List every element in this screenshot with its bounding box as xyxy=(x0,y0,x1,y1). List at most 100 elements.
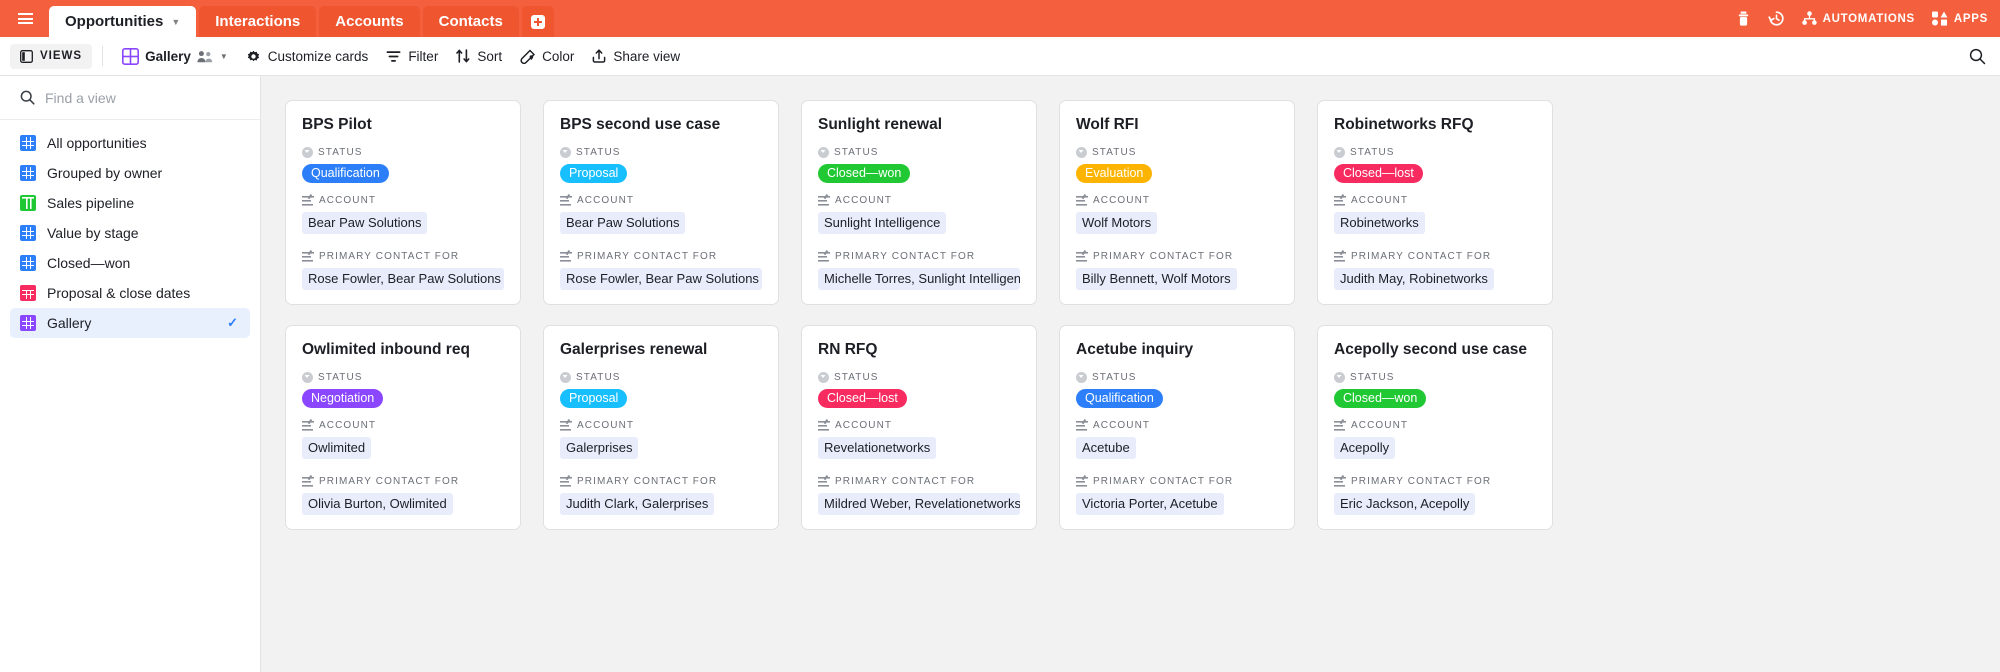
field-label-status: STATUS xyxy=(1076,372,1278,383)
gallery-card[interactable]: Wolf RFI STATUS Evaluation ACCOUNT Wolf Moto… xyxy=(1059,100,1295,305)
field-label-account: ACCOUNT xyxy=(818,420,1020,431)
card-field-account: ACCOUNT Acetube xyxy=(1076,420,1278,464)
single-select-icon xyxy=(1076,372,1087,383)
linked-record-icon xyxy=(302,476,314,487)
card-field-primary-contact: PRIMARY CONTACT FOR Michelle Torres, Sunl… xyxy=(818,251,1020,295)
sidebar-item-proposal-close-dates[interactable]: Proposal & close dates xyxy=(10,278,250,308)
field-label-text: PRIMARY CONTACT FOR xyxy=(1351,251,1492,262)
table-tabs: Opportunities ▼ Interactions Accounts Contac… xyxy=(49,0,554,37)
card-field-status: STATUS Qualification xyxy=(302,147,504,183)
table-tab-accounts[interactable]: Accounts xyxy=(319,6,420,37)
card-field-status: STATUS Evaluation xyxy=(1076,147,1278,183)
gallery-card[interactable]: Owlimited inbound req STATUS Negotiation AC… xyxy=(285,325,521,530)
chevron-down-icon[interactable]: ▼ xyxy=(171,17,180,27)
gallery-card[interactable]: RN RFQ STATUS Closed—lost ACCOUNT Revelation… xyxy=(801,325,1037,530)
field-label-primary-contact: PRIMARY CONTACT FOR xyxy=(560,251,762,262)
status-badge: Closed—won xyxy=(818,164,911,183)
single-select-icon xyxy=(1076,147,1087,158)
gallery-card[interactable]: Acepolly second use case STATUS Closed—won… xyxy=(1317,325,1553,530)
gallery-card[interactable]: Acetube inquiry STATUS Qualification ACCOUN… xyxy=(1059,325,1295,530)
gallery-view-icon xyxy=(122,47,140,65)
field-label-primary-contact: PRIMARY CONTACT FOR xyxy=(1076,476,1278,487)
customize-cards-button[interactable]: Customize cards xyxy=(237,43,378,69)
card-field-status: STATUS Negotiation xyxy=(302,372,504,408)
grid-view-icon xyxy=(20,165,36,181)
field-label-text: PRIMARY CONTACT FOR xyxy=(1093,476,1234,487)
linked-record-icon xyxy=(302,195,314,206)
sidebar-item-gallery[interactable]: Gallery ✓ xyxy=(10,308,250,338)
find-view-input[interactable] xyxy=(45,89,244,106)
card-field-account: ACCOUNT Wolf Motors xyxy=(1076,195,1278,239)
field-label-primary-contact: PRIMARY CONTACT FOR xyxy=(818,251,1020,262)
field-label-status: STATUS xyxy=(1334,372,1536,383)
hamburger-menu-button[interactable] xyxy=(10,0,40,37)
table-tab-label: Interactions xyxy=(215,13,301,30)
table-tab-opportunities[interactable]: Opportunities ▼ xyxy=(49,6,197,37)
primary-contact-chip: Judith Clark, Galerprises xyxy=(560,493,715,515)
trash-icon[interactable] xyxy=(1736,11,1751,27)
gallery-view-icon xyxy=(20,315,36,331)
sort-button[interactable]: Sort xyxy=(447,43,511,69)
gallery-card[interactable]: Galerprises renewal STATUS Proposal ACCOUNT… xyxy=(543,325,779,530)
field-label-text: ACCOUNT xyxy=(319,420,377,431)
current-view-button[interactable]: Gallery ▼ xyxy=(113,43,237,69)
field-label-account: ACCOUNT xyxy=(1334,420,1536,431)
toolbar-search[interactable] xyxy=(1969,37,1986,76)
field-label-text: ACCOUNT xyxy=(835,420,893,431)
single-select-icon xyxy=(1334,372,1345,383)
field-label-primary-contact: PRIMARY CONTACT FOR xyxy=(1334,476,1536,487)
gallery-card[interactable]: BPS second use case STATUS Proposal ACCOUNT… xyxy=(543,100,779,305)
field-label-text: STATUS xyxy=(1350,372,1395,383)
single-select-icon xyxy=(302,372,313,383)
chevron-down-icon: ▼ xyxy=(219,51,228,61)
sidebar-item-label: Proposal & close dates xyxy=(47,285,191,301)
primary-contact-chip: Eric Jackson, Acepolly xyxy=(1334,493,1476,515)
status-badge: Qualification xyxy=(302,164,389,183)
sidebar-item-label: Grouped by owner xyxy=(47,165,163,181)
gallery-card[interactable]: Robinetworks RFQ STATUS Closed—lost ACCOUNT… xyxy=(1317,100,1553,305)
gallery-card[interactable]: Sunlight renewal STATUS Closed—won ACCOUNT S… xyxy=(801,100,1037,305)
linked-record-icon xyxy=(1076,420,1088,431)
calendar-view-icon xyxy=(20,285,36,301)
sidebar-item-value-by-stage[interactable]: Value by stage xyxy=(10,218,250,248)
field-label-text: PRIMARY CONTACT FOR xyxy=(319,251,460,262)
share-view-button[interactable]: Share view xyxy=(583,43,689,69)
sidebar-item-grouped-by-owner[interactable]: Grouped by owner xyxy=(10,158,250,188)
card-title: BPS second use case xyxy=(560,116,721,133)
account-chip: Bear Paw Solutions xyxy=(560,212,686,234)
grid-view-icon xyxy=(20,135,36,151)
history-icon[interactable] xyxy=(1767,10,1785,27)
card-field-status: STATUS Proposal xyxy=(560,147,762,183)
app-topbar: Opportunities ▼ Interactions Accounts Contac… xyxy=(0,0,2000,37)
single-select-icon xyxy=(1334,147,1345,158)
linked-record-icon xyxy=(1334,476,1346,487)
sidebar-item-sales-pipeline[interactable]: Sales pipeline xyxy=(10,188,250,218)
toolbar-divider xyxy=(102,46,104,66)
card-field-status: STATUS Closed—lost xyxy=(1334,147,1536,183)
add-table-button[interactable] xyxy=(521,6,554,37)
primary-contact-chip: Mildred Weber, Revelationetworks xyxy=(818,493,1020,515)
table-tab-interactions[interactable]: Interactions xyxy=(199,6,317,37)
sidebar-item-all-opportunities[interactable]: All opportunities xyxy=(10,128,250,158)
table-tab-contacts[interactable]: Contacts xyxy=(422,6,519,37)
search-icon[interactable] xyxy=(1969,48,1986,65)
gallery-card[interactable]: BPS Pilot STATUS Qualification ACCOUNT Bear … xyxy=(285,100,521,305)
apps-button[interactable]: APPS xyxy=(1931,11,1988,26)
color-button[interactable]: Color xyxy=(511,43,583,69)
sidebar-item-closed-won[interactable]: Closed—won xyxy=(10,248,250,278)
filter-button[interactable]: Filter xyxy=(377,43,447,69)
primary-contact-chip: Michelle Torres, Sunlight Intelligence xyxy=(818,268,1020,290)
card-field-account: ACCOUNT Sunlight Intelligence xyxy=(818,195,1020,239)
collaborators-icon xyxy=(197,50,213,63)
status-badge: Evaluation xyxy=(1076,164,1153,183)
automations-button[interactable]: AUTOMATIONS xyxy=(1801,11,1915,26)
card-field-primary-contact: PRIMARY CONTACT FOR Rose Fowler, Bear Paw… xyxy=(302,251,504,295)
field-label-text: STATUS xyxy=(576,147,621,158)
linked-record-icon xyxy=(818,251,830,262)
status-badge: Negotiation xyxy=(302,389,384,408)
filter-label: Filter xyxy=(408,48,439,64)
field-label-text: ACCOUNT xyxy=(319,195,377,206)
primary-contact-chip: Billy Bennett, Wolf Motors xyxy=(1076,268,1237,290)
views-toggle-button[interactable]: VIEWS xyxy=(10,43,93,69)
field-label-status: STATUS xyxy=(302,147,504,158)
